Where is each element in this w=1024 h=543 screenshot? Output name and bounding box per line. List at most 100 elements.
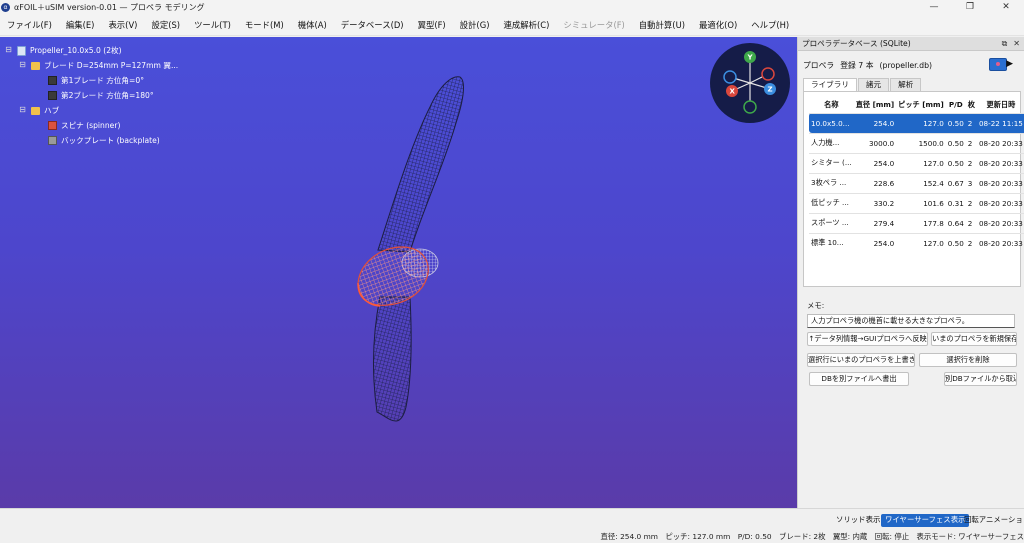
rotate-animation-button[interactable]: 回転アニメーション	[960, 514, 1024, 527]
col-pitch[interactable]: ピッチ [mm]	[896, 97, 946, 113]
cell-updated: 08-20 20:33	[976, 232, 1024, 253]
apply-row-button[interactable]: ↑データ列情報→GUIプロペラへ反映	[807, 332, 928, 346]
3d-viewport[interactable]: ⊟ Propeller_10.0x5.0 (2枚) ⊟ ブレード D=254mm…	[0, 37, 797, 508]
import-db-button[interactable]: 別DBファイルから取込	[944, 372, 1017, 386]
table-header-row: 名称 直径 [mm] ピッチ [mm] P/D 枚 更新日時	[809, 97, 1024, 113]
menu-tools[interactable]: ツール(T)	[187, 19, 238, 31]
table-row[interactable]: 10.0x5.0... 254.0 127.0 0.50 2 08-22 11:…	[809, 112, 1024, 133]
cell-pd: 0.50	[945, 112, 966, 133]
table-row[interactable]: 低ピッチ ... 330.2 101.6 0.31 2 08-20 20:33	[809, 192, 1024, 213]
pin-button[interactable]	[989, 58, 1007, 71]
cell-diameter: 254.0	[853, 232, 897, 253]
cell-blades: 2	[965, 192, 977, 213]
menu-coupled-analysis[interactable]: 連成解析(C)	[496, 19, 556, 31]
cell-name: 標準 10...	[811, 238, 844, 248]
menu-airfoil[interactable]: 翼型(F)	[411, 19, 453, 31]
save-new-button[interactable]: いまのプロペラを新規保存	[931, 332, 1017, 346]
db-count: 登録 7 本	[840, 60, 874, 70]
menu-aircraft[interactable]: 機体(A)	[291, 19, 334, 31]
cell-pitch: 1500.0	[896, 132, 946, 153]
database-panel: プロペラデータベース (SQLite) ⧉ ✕ プロペラ 登録 7 本 (pro…	[797, 37, 1024, 508]
panel-title: プロペラデータベース (SQLite)	[802, 39, 911, 48]
col-blades[interactable]: 枚	[966, 97, 977, 113]
gizmo-z-label: Z	[768, 86, 773, 94]
propeller-wireframe[interactable]	[0, 37, 797, 508]
menu-bar: ファイル(F) 編集(E) 表示(V) 設定(S) ツール(T) モード(M) …	[0, 14, 1024, 36]
cell-pitch: 127.0	[896, 112, 946, 133]
cell-updated: 08-20 20:33	[976, 172, 1024, 193]
memo-field[interactable]: 人力プロペラ機の機首に載せる大きなプロペラ。	[807, 314, 1015, 328]
col-diameter[interactable]: 直径 [mm]	[854, 97, 896, 113]
table-row[interactable]: 標準 10... 254.0 127.0 0.50 2 08-20 20:33	[809, 232, 1024, 253]
cell-name: 10.0x5.0...	[811, 118, 850, 128]
status-text: 直径: 254.0 mm ピッチ: 127.0 mm P/D: 0.50 ブレー…	[600, 532, 1024, 541]
cell-pd: 0.64	[945, 212, 966, 233]
cell-pitch: 127.0	[896, 232, 946, 253]
neg-x-handle	[761, 67, 775, 81]
tab-library[interactable]: ライブラリ	[803, 78, 857, 91]
menu-help[interactable]: ヘルプ(H)	[744, 19, 796, 31]
cell-updated: 08-20 20:33	[976, 212, 1024, 233]
cell-diameter: 3000.0	[853, 132, 897, 153]
table-row[interactable]: 3枚ペラ ... 228.6 152.4 0.67 3 08-20 20:33	[809, 172, 1024, 193]
export-db-button[interactable]: DBを別ファイルへ書出	[809, 372, 909, 386]
cell-diameter: 330.2	[853, 192, 897, 213]
menu-auto-calc[interactable]: 自動計算(U)	[632, 19, 692, 31]
lower-blade	[373, 296, 412, 422]
float-panel-icon[interactable]: ⧉	[1002, 39, 1008, 49]
play-icon[interactable]: ▶	[1006, 59, 1013, 69]
panel-tabs: ライブラリ 諸元 解析	[803, 78, 922, 91]
col-pd[interactable]: P/D	[946, 97, 966, 113]
menu-edit[interactable]: 編集(E)	[59, 19, 102, 31]
orientation-gizmo[interactable]: Y X Z	[710, 43, 790, 123]
cell-pitch: 127.0	[896, 152, 946, 173]
window-title: αFOIL＋uSIM version-0.01 — プロペラ モデリング	[14, 2, 205, 12]
cell-updated: 08-22 11:15	[976, 112, 1024, 133]
cell-updated: 08-20 20:33	[976, 132, 1024, 153]
solid-view-button[interactable]: ソリッド表示	[832, 514, 884, 527]
tab-analysis[interactable]: 解析	[890, 78, 922, 91]
cell-pitch: 152.4	[896, 172, 946, 193]
menu-view[interactable]: 表示(V)	[101, 19, 144, 31]
cell-diameter: 228.6	[853, 172, 897, 193]
db-file: (propeller.db)	[879, 60, 933, 70]
table-row[interactable]: シミター (... 254.0 127.0 0.50 2 08-20 20:33	[809, 152, 1024, 173]
app-icon: α	[1, 2, 10, 12]
overwrite-button[interactable]: 選択行にいまのプロペラを上書き	[807, 353, 915, 367]
maximize-button[interactable]: ❐	[952, 0, 988, 14]
cell-pd: 0.50	[945, 132, 966, 153]
cell-updated: 08-20 20:33	[976, 152, 1024, 173]
delete-row-button[interactable]: 選択行を削除	[919, 353, 1017, 367]
table-row[interactable]: スポーツ ... 279.4 177.8 0.64 2 08-20 20:33	[809, 212, 1024, 233]
table-row[interactable]: 人力機... 3000.0 1500.0 0.50 2 08-20 20:33	[809, 132, 1024, 153]
menu-file[interactable]: ファイル(F)	[0, 19, 59, 31]
memo-label: メモ:	[807, 301, 825, 310]
library-tab-body: 名称 直径 [mm] ピッチ [mm] P/D 枚 更新日時 10.0x5.0.…	[803, 91, 1024, 287]
axes-svg: Y X Z	[711, 44, 789, 122]
cell-blades: 2	[965, 112, 977, 133]
window-controls: — ❐ ✕	[916, 0, 1024, 14]
cell-updated: 08-20 20:33	[976, 192, 1024, 213]
col-updated[interactable]: 更新日時	[977, 97, 1024, 113]
menu-settings[interactable]: 設定(S)	[144, 19, 187, 31]
cell-blades: 3	[965, 172, 977, 193]
menu-mode[interactable]: モード(M)	[238, 19, 291, 31]
minimize-button[interactable]: —	[916, 0, 952, 14]
cell-pitch: 177.8	[896, 212, 946, 233]
spinner-mesh	[357, 246, 429, 306]
gizmo-y-label: Y	[747, 54, 754, 62]
cell-pd: 0.67	[945, 172, 966, 193]
db-label: プロペラ	[803, 60, 835, 70]
menu-optimize[interactable]: 最適化(O)	[692, 19, 744, 31]
menu-database[interactable]: データベース(D)	[334, 19, 411, 31]
tab-specs[interactable]: 諸元	[857, 78, 890, 91]
menu-design[interactable]: 設計(G)	[453, 19, 497, 31]
cell-pd: 0.50	[945, 152, 966, 173]
close-panel-icon[interactable]: ✕	[1013, 39, 1020, 49]
close-button[interactable]: ✕	[988, 0, 1024, 14]
wireframe-view-button[interactable]: ワイヤーサーフェス表示	[881, 514, 970, 527]
panel-header: プロペラデータベース (SQLite) ⧉ ✕	[798, 37, 1024, 51]
cell-blades: 2	[965, 212, 977, 233]
col-name[interactable]: 名称	[809, 97, 854, 113]
gizmo-x-label: X	[730, 88, 736, 96]
